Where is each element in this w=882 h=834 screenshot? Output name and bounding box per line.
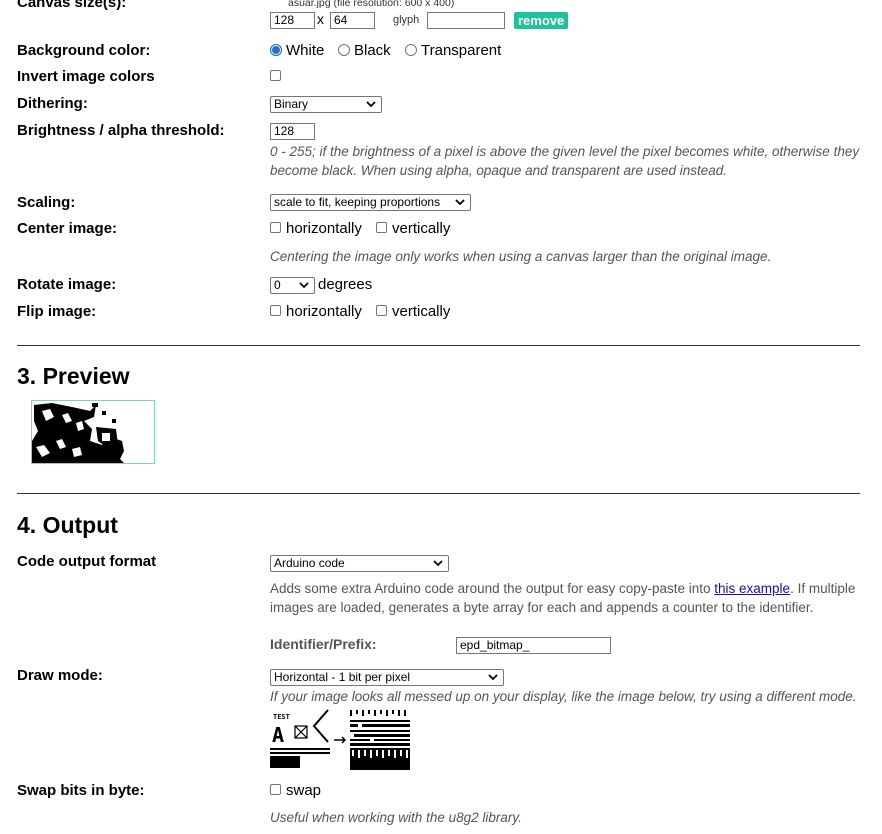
code-format-label: Code output format: [17, 553, 157, 570]
scaling-label: Scaling:: [17, 194, 76, 211]
threshold-input[interactable]: 128: [270, 123, 315, 140]
center-vertical-checkbox[interactable]: [376, 222, 387, 233]
example-test-text: TEST: [273, 713, 290, 721]
this-example-link[interactable]: this example: [714, 581, 790, 596]
rotate-unit: degrees: [318, 276, 373, 293]
center-image-label: Center image:: [17, 220, 118, 237]
background-color-label: Background color:: [17, 42, 151, 59]
section-divider: [17, 493, 860, 494]
swap-option-label: swap: [286, 782, 322, 799]
scaling-value: scale to fit, keeping proportions: [274, 195, 441, 209]
bg-black-label: Black: [354, 42, 391, 59]
code-format-value: Arduino code: [274, 556, 345, 570]
code-format-hint-before: Adds some extra Arduino code around the …: [270, 581, 715, 596]
glyph-input[interactable]: [427, 12, 505, 29]
preview-canvas: [31, 400, 155, 464]
rotate-value: 0: [274, 278, 281, 292]
output-heading: 4. Output: [17, 512, 118, 538]
draw-mode-hint: If your image looks all messed up on you…: [270, 689, 857, 704]
example-letter: A: [272, 723, 284, 747]
draw-mode-value: Horizontal - 1 bit per pixel: [274, 670, 411, 684]
canvas-height-input[interactable]: 64: [330, 12, 375, 29]
remove-button[interactable]: remove: [514, 12, 569, 29]
center-hint: Centering the image only works when usin…: [270, 249, 772, 264]
flip-vertical-checkbox[interactable]: [376, 305, 387, 316]
canvas-width-input[interactable]: 128: [270, 12, 315, 29]
flip-label: Flip image:: [17, 303, 97, 320]
dithering-select[interactable]: Binary: [270, 96, 382, 113]
threshold-hint: 0 - 255; if the brightness of a pixel is…: [270, 144, 860, 178]
draw-mode-example-image: TEST A: [270, 708, 412, 770]
draw-mode-select[interactable]: Horizontal - 1 bit per pixel: [270, 669, 504, 686]
bg-white-label: White: [286, 42, 325, 59]
bg-white-radio[interactable]: [270, 44, 282, 56]
file-info: asuar.jpg (file resolution: 600 x 400): [288, 0, 455, 9]
dithering-value: Binary: [274, 97, 309, 111]
code-format-hint: Adds some extra Arduino code around the …: [270, 579, 862, 617]
invert-label: Invert image colors: [17, 68, 155, 85]
draw-mode-example-graphic: TEST A: [270, 709, 410, 770]
bg-black-radio[interactable]: [338, 44, 350, 56]
flip-vertical-label: vertically: [392, 303, 451, 320]
center-vertical-label: vertically: [392, 220, 451, 237]
center-horizontal-checkbox[interactable]: [270, 222, 281, 233]
chevron-down-icon: [433, 560, 443, 567]
identifier-input[interactable]: epd_bitmap_: [456, 637, 611, 654]
chevron-down-icon: [455, 199, 465, 206]
bg-transparent-radio[interactable]: [405, 44, 417, 56]
preview-image: [32, 401, 154, 463]
flip-horizontal-label: horizontally: [286, 303, 362, 320]
threshold-label: Brightness / alpha threshold:: [17, 122, 225, 139]
glyph-label: glyph: [393, 14, 420, 26]
chevron-down-icon: [366, 101, 376, 108]
identifier-label: Identifier/Prefix:: [270, 636, 377, 652]
invert-checkbox[interactable]: [270, 70, 281, 81]
swap-checkbox[interactable]: [270, 784, 281, 795]
swap-bits-label: Swap bits in byte:: [17, 782, 145, 799]
bg-transparent-label: Transparent: [421, 42, 502, 59]
flip-horizontal-checkbox[interactable]: [270, 305, 281, 316]
center-horizontal-label: horizontally: [286, 220, 362, 237]
draw-mode-label: Draw mode:: [17, 667, 103, 684]
dithering-label: Dithering:: [17, 95, 88, 112]
canvas-size-label: Canvas size(s):: [17, 0, 127, 11]
swap-hint: Useful when working with the u8g2 librar…: [270, 810, 522, 825]
chevron-down-icon: [488, 674, 498, 681]
rotate-label: Rotate image:: [17, 276, 117, 293]
preview-heading: 3. Preview: [17, 363, 130, 389]
rotate-select[interactable]: 0: [270, 277, 315, 294]
code-format-select[interactable]: Arduino code: [270, 555, 449, 572]
canvas-x-separator: x: [317, 11, 324, 27]
chevron-down-icon: [299, 282, 309, 289]
scaling-select[interactable]: scale to fit, keeping proportions: [270, 194, 471, 211]
section-divider: [17, 345, 860, 346]
